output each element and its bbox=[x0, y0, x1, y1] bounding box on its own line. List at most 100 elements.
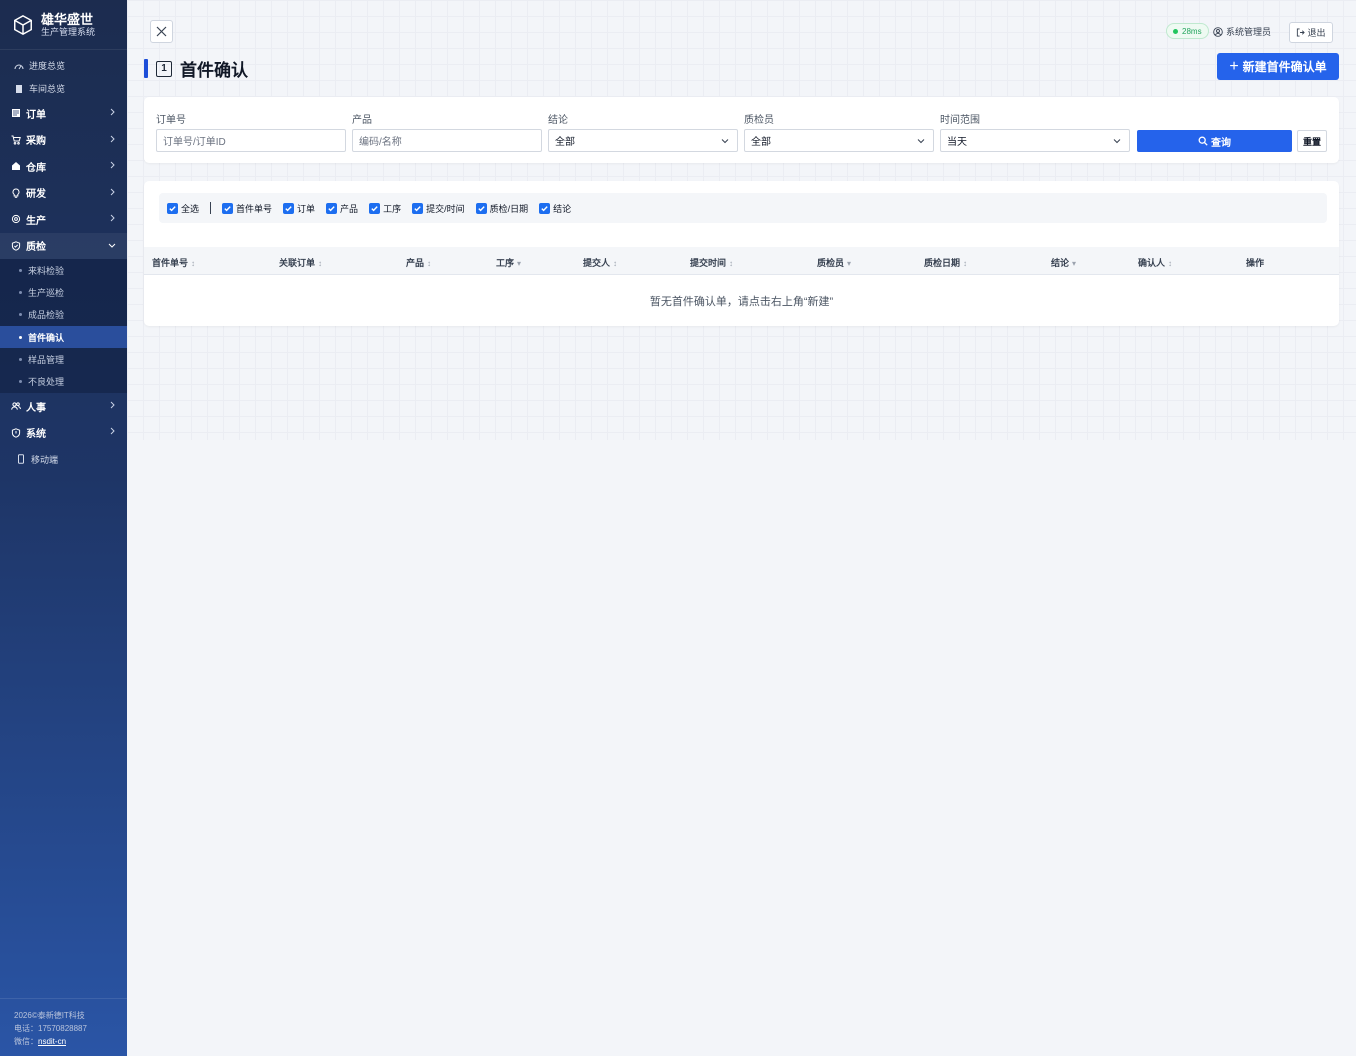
nav-item-production[interactable]: 生产 bbox=[0, 206, 127, 233]
empty-state: 暂无首件确认单，请点击右上角“新建” bbox=[649, 296, 834, 308]
filter-label: 时间范围 bbox=[940, 115, 980, 126]
toggle-col-order[interactable]: 订单 bbox=[283, 202, 315, 215]
document-icon bbox=[14, 84, 24, 94]
cart-icon bbox=[11, 135, 21, 145]
filter-order: 订单号 订单号/订单ID bbox=[156, 111, 346, 152]
nav-item-purchase[interactable]: 采购 bbox=[0, 127, 127, 154]
th-inspector[interactable]: 质检员 ▾ bbox=[817, 256, 851, 269]
th-result[interactable]: 结论 ▾ bbox=[1051, 256, 1076, 269]
th-label: 提交时间 bbox=[690, 258, 727, 268]
sort-down-icon: ▾ bbox=[517, 259, 522, 268]
latency-badge: 28ms bbox=[1166, 23, 1209, 39]
shield-check-icon bbox=[11, 241, 21, 251]
wechat-id[interactable]: nsdit-cn bbox=[38, 1037, 66, 1046]
sub-item-samples[interactable]: 样品管理 bbox=[0, 348, 127, 370]
nav-item-system[interactable]: 系统 bbox=[0, 419, 127, 446]
chevron-right-icon bbox=[110, 188, 115, 195]
inspector-value: 全部 bbox=[751, 137, 771, 148]
chevron-right-icon bbox=[110, 135, 115, 142]
dashboard-icon bbox=[14, 61, 24, 71]
th-submitter[interactable]: 提交人 ↕ bbox=[583, 256, 617, 269]
brand[interactable]: 雄华盛世 生产管理系统 bbox=[0, 0, 127, 50]
new-first-article-button[interactable]: + 新建首件确认单 bbox=[1217, 53, 1339, 80]
toggle-col-process[interactable]: 工序 bbox=[369, 202, 401, 215]
th-label: 提交人 bbox=[583, 258, 611, 268]
nav-item-mobile[interactable]: 移动端 bbox=[0, 448, 127, 471]
filter-label: 产品 bbox=[352, 115, 372, 126]
sub-item-patrol[interactable]: 生产巡检 bbox=[0, 281, 127, 303]
checkbox-checked-icon bbox=[326, 202, 338, 214]
nav-label: 仓库 bbox=[26, 162, 46, 174]
th-label: 确认人 bbox=[1138, 258, 1166, 268]
time-range-select[interactable]: 当天 bbox=[940, 129, 1130, 152]
sub-item-label: 生产巡检 bbox=[28, 287, 65, 298]
close-button[interactable] bbox=[150, 20, 173, 43]
th-label: 质检日期 bbox=[924, 258, 961, 268]
bullet-icon bbox=[19, 290, 22, 294]
sub-item-label: 不良处理 bbox=[28, 377, 65, 388]
new-button-label: 新建首件确认单 bbox=[1242, 60, 1327, 74]
th-confirmer[interactable]: 确认人 ↕ bbox=[1138, 256, 1172, 269]
sort-icon: ↕ bbox=[191, 259, 196, 268]
plus-icon: + bbox=[1229, 57, 1239, 75]
toggle-select-all[interactable]: 全选 bbox=[167, 202, 199, 215]
phone-icon bbox=[16, 454, 26, 464]
nav-item-qc[interactable]: 质检 bbox=[0, 232, 127, 259]
product-input[interactable]: 编码/名称 bbox=[352, 129, 542, 152]
box-logo-icon bbox=[14, 14, 32, 35]
divider bbox=[210, 202, 212, 214]
reset-button[interactable]: 重置 bbox=[1297, 130, 1327, 152]
chevron-down-icon bbox=[917, 139, 925, 144]
sub-item-final[interactable]: 成品检验 bbox=[0, 304, 127, 326]
checkbox-checked-icon bbox=[222, 202, 234, 214]
toggle-col-number[interactable]: 首件单号 bbox=[222, 202, 272, 215]
query-button[interactable]: 查询 bbox=[1137, 130, 1292, 152]
orders-icon bbox=[11, 108, 21, 118]
wechat-label: 微信： bbox=[14, 1037, 38, 1046]
th-submit-time[interactable]: 提交时间 ↕ bbox=[690, 256, 733, 269]
th-process[interactable]: 工序 ▾ bbox=[496, 256, 521, 269]
toggle-col-submit[interactable]: 提交/时间 bbox=[412, 202, 465, 215]
table-header: 首件单号 ↕ 关联订单 ↕ 产品 ↕ 工序 ▾ 提交人 ↕ 提交时间 ↕ 质检员 ▾ 质检日期… bbox=[144, 247, 1339, 275]
gear-icon bbox=[11, 214, 21, 224]
sub-item-incoming[interactable]: 来料检验 bbox=[0, 259, 127, 281]
nav-item-hr[interactable]: 人事 bbox=[0, 393, 127, 420]
sub-item-defects[interactable]: 不良处理 bbox=[0, 370, 127, 392]
toggle-col-result[interactable]: 结论 bbox=[539, 202, 571, 215]
bullet-icon bbox=[19, 268, 22, 272]
toggle-col-inspect[interactable]: 质检/日期 bbox=[475, 202, 528, 215]
query-label: 查询 bbox=[1211, 137, 1231, 149]
result-select[interactable]: 全部 bbox=[548, 129, 738, 152]
sort-down-icon: ▾ bbox=[1072, 259, 1077, 268]
nav-label: 人事 bbox=[26, 402, 46, 414]
user-info[interactable]: 系统管理员 bbox=[1213, 25, 1271, 38]
nav-label: 生产 bbox=[26, 215, 46, 227]
chevron-down-icon bbox=[721, 139, 729, 144]
brand-subtitle: 生产管理系统 bbox=[41, 26, 96, 37]
nav-item-progress[interactable]: 进度总览 bbox=[0, 54, 127, 77]
filter-result: 结论 全部 bbox=[548, 111, 738, 152]
table-panel: 全选 首件单号 订单 产品 工序 提交/时间 质检/日期 结论 首件单号 ↕ 关联… bbox=[144, 181, 1339, 326]
checkbox-checked-icon bbox=[283, 202, 295, 214]
sub-item-first-article[interactable]: 首件确认 bbox=[0, 325, 127, 349]
th-label: 产品 bbox=[406, 258, 425, 268]
logout-button[interactable]: 退出 bbox=[1289, 22, 1333, 43]
order-input[interactable]: 订单号/订单ID bbox=[156, 129, 346, 152]
sub-item-label: 来料检验 bbox=[28, 265, 65, 276]
th-order[interactable]: 关联订单 ↕ bbox=[279, 256, 322, 269]
nav-label: 车间总览 bbox=[29, 84, 66, 94]
th-product[interactable]: 产品 ↕ bbox=[406, 256, 431, 269]
toggle-col-product[interactable]: 产品 bbox=[326, 202, 358, 215]
page-title: 1 首件确认 bbox=[144, 56, 248, 81]
nav-item-workshop[interactable]: 车间总览 bbox=[0, 77, 127, 100]
th-number[interactable]: 首件单号 ↕ bbox=[152, 256, 195, 269]
filter-label: 订单号 bbox=[156, 115, 186, 126]
nav-item-warehouse[interactable]: 仓库 bbox=[0, 153, 127, 180]
nav-item-orders[interactable]: 订单 bbox=[0, 100, 127, 127]
inspector-select[interactable]: 全部 bbox=[744, 129, 934, 152]
th-inspect-date[interactable]: 质检日期 ↕ bbox=[924, 256, 967, 269]
copyright: 2026©泰新德IT科技 bbox=[14, 1011, 85, 1020]
sub-item-label: 成品检验 bbox=[28, 310, 65, 321]
nav-item-rd[interactable]: 研发 bbox=[0, 180, 127, 207]
qc-submenu: 来料检验 生产巡检 成品检验 首件确认 样品管理 不良处理 bbox=[0, 259, 127, 393]
